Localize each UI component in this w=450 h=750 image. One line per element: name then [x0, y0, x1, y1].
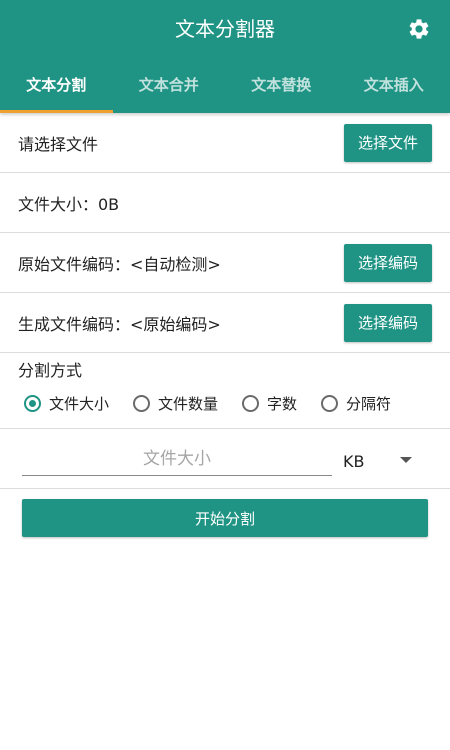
tab-replace[interactable]: 文本替换	[225, 58, 338, 113]
source-encoding-label: 原始文件编码：<自动检测>	[18, 254, 221, 274]
radio-file-size[interactable]: 文件大小	[24, 393, 109, 414]
unit-value: KB	[343, 451, 365, 471]
size-input-row: KB	[0, 429, 450, 489]
radio-word-count[interactable]: 字数	[242, 393, 297, 414]
radio-unchecked-icon	[242, 395, 260, 412]
radio-label: 文件数量	[158, 395, 219, 413]
radio-unchecked-icon	[133, 395, 151, 412]
title-row: 文本分割器	[0, 0, 450, 58]
radio-label: 分隔符	[346, 395, 392, 413]
radio-file-count[interactable]: 文件数量	[133, 393, 218, 414]
file-size-label: 文件大小：0B	[18, 194, 120, 214]
choose-output-encoding-button[interactable]: 选择编码	[343, 303, 432, 342]
start-button-wrap: 开始分割	[0, 489, 450, 537]
radio-delimiter[interactable]: 分隔符	[321, 393, 391, 414]
file-size-row: 文件大小：0B	[0, 173, 450, 233]
radio-label: 文件大小	[49, 395, 110, 413]
tab-insert[interactable]: 文本插入	[338, 58, 450, 113]
radio-checked-icon	[24, 395, 41, 412]
file-size-input[interactable]	[22, 443, 332, 476]
split-mode-title: 分割方式	[18, 361, 83, 380]
choose-source-encoding-button[interactable]: 选择编码	[343, 243, 432, 282]
output-encoding-row: 生成文件编码：<原始编码> 选择编码	[0, 293, 450, 353]
radio-unchecked-icon	[321, 395, 339, 412]
radio-label: 字数	[267, 395, 298, 413]
file-row: 请选择文件 选择文件	[0, 113, 450, 173]
split-mode-radio-group: 文件大小 文件数量 字数 分隔符	[18, 393, 432, 414]
choose-file-button[interactable]: 选择文件	[343, 123, 432, 162]
file-label: 请选择文件	[18, 134, 99, 154]
start-split-button[interactable]: 开始分割	[22, 499, 428, 537]
tab-merge[interactable]: 文本合并	[113, 58, 226, 113]
tab-split[interactable]: 文本分割	[0, 58, 113, 113]
dropdown-arrow-icon	[400, 457, 412, 463]
app-title: 文本分割器	[175, 17, 275, 41]
unit-dropdown[interactable]: KB	[343, 447, 423, 475]
tab-bar: 文本分割 文本合并 文本替换 文本插入	[0, 58, 450, 113]
split-mode-section: 分割方式 文件大小 文件数量 字数 分隔符	[0, 353, 450, 429]
output-encoding-label: 生成文件编码：<原始编码>	[18, 314, 221, 334]
gear-icon[interactable]	[407, 17, 431, 41]
app-bar: 文本分割器 文本分割 文本合并 文本替换 文本插入	[0, 0, 450, 113]
source-encoding-row: 原始文件编码：<自动检测> 选择编码	[0, 233, 450, 293]
